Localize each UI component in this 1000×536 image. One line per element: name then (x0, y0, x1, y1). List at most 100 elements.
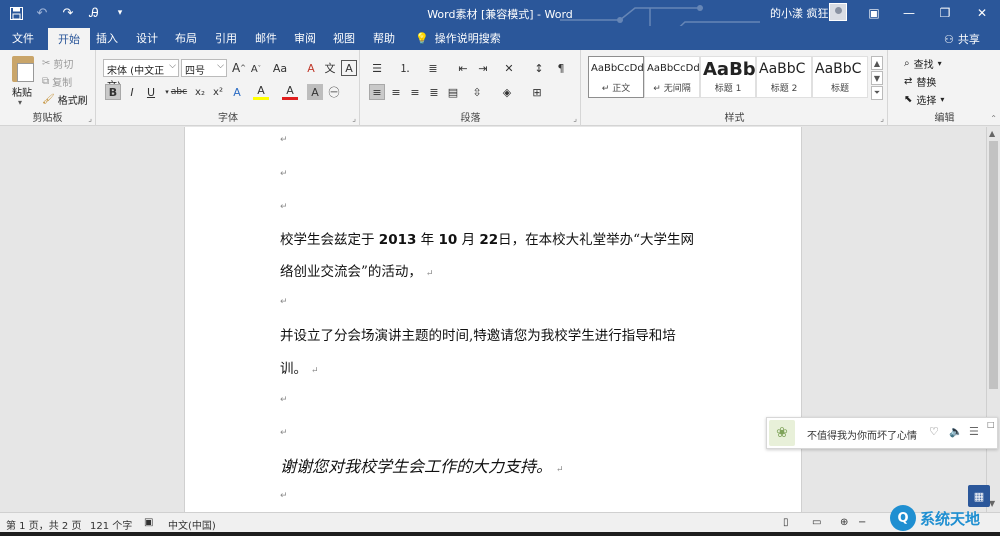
page-count[interactable]: 第 1 页，共 2 页 (6, 517, 81, 532)
account-name[interactable]: 的小漾 疯狂 (770, 5, 829, 21)
redo-icon[interactable]: ↷ (58, 3, 78, 23)
close-icon[interactable]: □ (987, 420, 995, 429)
format-painter-icon[interactable]: Ꭿ (84, 3, 104, 23)
paragraph-launcher-icon[interactable]: ⌟ (573, 114, 577, 123)
print-layout-icon[interactable]: ▭ (812, 517, 821, 528)
decrease-indent-icon[interactable]: ⇤ (455, 60, 471, 76)
shrink-font-button[interactable]: Aˇ (248, 61, 264, 77)
paste-icon[interactable] (12, 56, 34, 82)
tab-design[interactable]: 设计 (136, 30, 158, 46)
read-mode-icon[interactable]: ▯ (783, 517, 789, 528)
scroll-up-icon[interactable]: ▲ (989, 129, 995, 138)
share-button[interactable]: ⚇ 共享 (944, 31, 980, 47)
replace-button[interactable]: ⇄ 替换 (904, 74, 936, 89)
ribbon-display-options-icon[interactable]: ▣ (856, 0, 892, 26)
font-launcher-icon[interactable]: ⌟ (352, 114, 356, 123)
tab-help[interactable]: 帮助 (373, 30, 395, 46)
strikethrough-button[interactable]: abc (169, 84, 189, 100)
find-button[interactable]: ⌕ 查找 ▾ (904, 56, 942, 71)
change-case-button[interactable]: Aa (269, 60, 291, 76)
grow-font-button[interactable]: A ^ (231, 60, 247, 76)
italic-button[interactable]: I (124, 84, 140, 100)
playlist-icon[interactable]: ☰ (969, 425, 979, 438)
tab-layout[interactable]: 布局 (175, 30, 197, 46)
font-name-field[interactable]: 宋体 (中文正文) ⌵ (103, 59, 179, 92)
style-title[interactable]: AaBbC 标题 (812, 56, 868, 98)
sort-icon[interactable]: ↕ (531, 60, 547, 76)
music-player-popup[interactable]: ❀ 不值得我为你而坏了心情 ♡ 🔈 ☰ □ (766, 417, 998, 449)
customize-qat-icon[interactable]: ▾ (110, 3, 130, 23)
distributed-icon[interactable]: ▤ (445, 84, 461, 100)
paste-button[interactable]: 粘贴 (12, 84, 32, 99)
zoom-out-icon[interactable]: − (858, 517, 866, 528)
tab-references[interactable]: 引用 (215, 30, 237, 46)
proofing-icon[interactable]: ▣ (144, 517, 153, 528)
undo-icon[interactable]: ↶ (32, 3, 52, 23)
tab-view[interactable]: 视图 (333, 30, 355, 46)
style-heading-1[interactable]: AaBb 标题 1 (700, 56, 756, 98)
cut-button[interactable]: ✂ 剪切 (42, 56, 73, 71)
asian-layout-icon[interactable]: ✕ (501, 60, 517, 76)
text-effects-button[interactable]: A (229, 84, 245, 100)
align-right-icon[interactable]: ≡ (407, 84, 423, 100)
gallery-more-icon[interactable]: ⏷ (871, 86, 883, 100)
tab-file[interactable]: 文件 (12, 30, 34, 46)
word-count[interactable]: 121 个字 (90, 517, 132, 532)
close-icon[interactable]: ✕ (964, 0, 1000, 26)
clipboard-launcher-icon[interactable]: ⌟ (88, 114, 92, 123)
style-heading-2[interactable]: AaBbC 标题 2 (756, 56, 812, 98)
bold-button[interactable]: B (105, 84, 121, 100)
minimize-icon[interactable]: — (891, 0, 927, 26)
chevron-down-icon: ▾ (940, 95, 945, 104)
shading-icon[interactable]: ◈ (499, 84, 515, 100)
line-spacing-icon[interactable]: ⇳ (469, 84, 485, 100)
align-center-icon[interactable]: ≡ (388, 84, 404, 100)
enclose-characters-icon[interactable]: ㊀ (326, 84, 342, 100)
gallery-down-icon[interactable]: ▼ (871, 71, 883, 85)
subscript-button[interactable]: x₂ (192, 84, 208, 100)
numbering-icon[interactable]: ⒈ (397, 60, 413, 76)
clear-formatting-button[interactable]: A (303, 60, 319, 76)
tab-insert[interactable]: 插入 (96, 30, 118, 46)
bullets-icon[interactable]: ☰ (369, 60, 385, 76)
paragraph-mark: ↵ (280, 169, 288, 179)
tell-me-search[interactable]: 💡 操作说明搜索 (415, 30, 501, 46)
align-left-icon[interactable]: ≡ (369, 84, 385, 100)
character-shading-button[interactable]: A (307, 84, 323, 100)
select-button[interactable]: ⬉ 选择 ▾ (904, 92, 944, 107)
share-label: 共享 (957, 33, 980, 46)
tab-review[interactable]: 审阅 (294, 30, 316, 46)
gallery-up-icon[interactable]: ▲ (871, 56, 883, 70)
document-page[interactable]: ↵ ↵ ↵ 校学生会兹定于 2013 年 10 月 22日，在本校大礼堂举办“大… (184, 127, 802, 512)
format-painter-button[interactable]: 🖌 格式刷 (42, 92, 88, 107)
language[interactable]: 中文(中国) (168, 517, 216, 532)
style-normal[interactable]: AaBbCcDdI ↵ 正文 (588, 56, 644, 98)
save-icon[interactable] (6, 3, 26, 23)
font-color-button[interactable]: A (282, 84, 298, 100)
character-border-button[interactable]: A (341, 60, 357, 76)
scrollbar-thumb[interactable] (989, 141, 998, 389)
borders-icon[interactable]: ⊞ (529, 84, 545, 100)
tab-mailings[interactable]: 邮件 (255, 30, 277, 46)
multilevel-list-icon[interactable]: ≣ (425, 60, 441, 76)
font-size-field[interactable]: 四号 ⌵ (181, 59, 227, 77)
styles-launcher-icon[interactable]: ⌟ (880, 114, 884, 123)
underline-button[interactable]: U (143, 84, 159, 100)
phonetic-guide-button[interactable]: 文 (322, 60, 338, 76)
increase-indent-icon[interactable]: ⇥ (475, 60, 491, 76)
style-no-spacing[interactable]: AaBbCcDdI ↵ 无间隔 (644, 56, 700, 98)
heart-icon[interactable]: ♡ (929, 425, 939, 438)
avatar[interactable] (829, 3, 847, 21)
web-layout-icon[interactable]: ⊕ (840, 517, 848, 528)
show-marks-icon[interactable]: ¶ (553, 60, 569, 76)
vertical-scrollbar[interactable]: ▲ ▼ (986, 127, 1000, 512)
tab-home[interactable]: 开始 (48, 28, 90, 50)
copy-button[interactable]: ⧉ 复制 (42, 74, 72, 89)
restore-icon[interactable]: ❐ (927, 0, 963, 26)
superscript-button[interactable]: x² (210, 84, 226, 100)
volume-icon[interactable]: 🔈 (949, 425, 963, 438)
justify-icon[interactable]: ≣ (426, 84, 442, 100)
highlight-color-button[interactable]: A (253, 84, 269, 100)
collapse-ribbon-icon[interactable]: ⌃ (990, 114, 997, 123)
paste-dropdown-icon[interactable]: ▾ (18, 98, 22, 107)
